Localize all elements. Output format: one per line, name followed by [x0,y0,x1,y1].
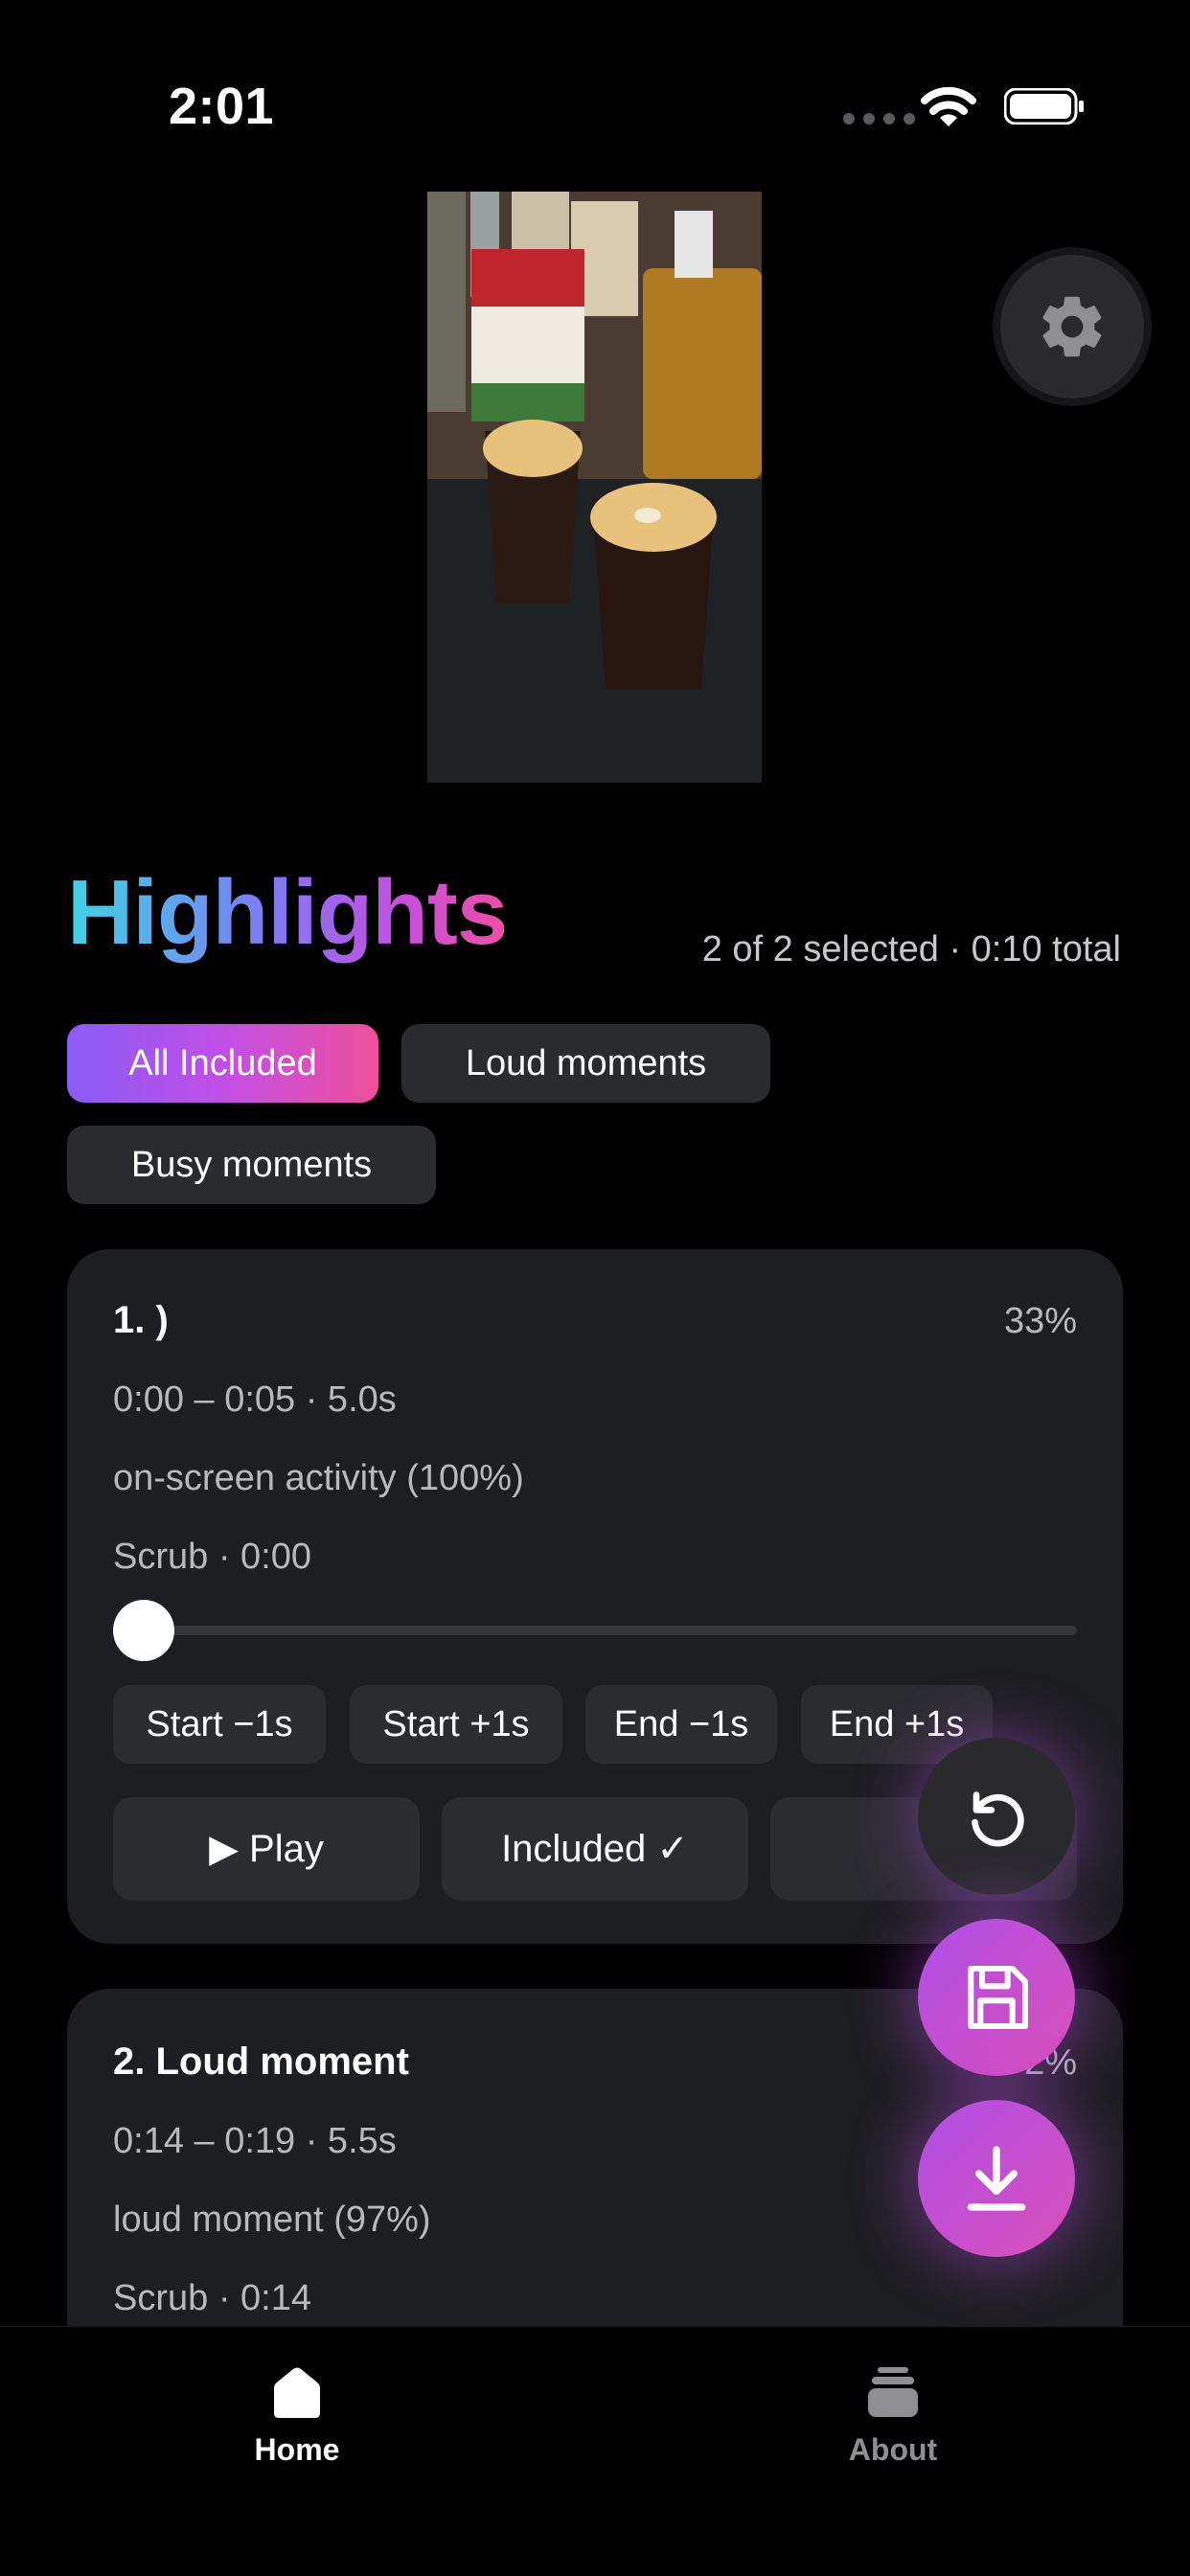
save-icon [968,1966,1028,2029]
battery-icon [1004,88,1084,125]
scrub-slider-thumb[interactable] [113,1600,174,1661]
scrub-slider[interactable] [128,1626,1077,1635]
tab-home-label: Home [254,2432,340,2467]
tab-about[interactable]: About [797,2365,989,2468]
signal-dots-icon [843,113,915,125]
status-time: 2:01 [169,78,275,135]
scrub-label: Scrub · 0:14 [113,2278,311,2318]
filter-chip-all-included[interactable]: All Included [67,1024,378,1103]
clip-reason: on-screen activity (100%) [113,1458,524,1498]
end-minus-1s-button[interactable]: End −1s [585,1685,777,1764]
gear-icon [1042,296,1102,357]
filter-chip-loud-moments[interactable]: Loud moments [401,1024,770,1103]
filter-chip-busy-moments[interactable]: Busy moments [67,1126,436,1204]
clip-time-range: 0:14 – 0:19 · 5.5s [113,2121,397,2161]
download-icon [967,2146,1026,2211]
selection-summary: 2 of 2 selected · 0:10 total [701,929,1121,969]
tab-home[interactable]: Home [201,2365,393,2468]
download-button[interactable] [918,2100,1075,2257]
undo-button[interactable] [918,1738,1075,1895]
scrub-label: Scrub · 0:00 [113,1537,311,1577]
wifi-icon [921,86,976,126]
start-plus-1s-button[interactable]: Start +1s [350,1685,562,1764]
stack-icon [868,2367,918,2417]
clip-time-range: 0:00 – 0:05 · 5.0s [113,1379,397,1420]
settings-button[interactable] [1000,255,1144,399]
home-icon [274,2367,320,2418]
video-thumbnail-image [427,192,762,783]
included-toggle-button[interactable]: Included ✓ [442,1797,748,1901]
tab-about-label: About [848,2432,938,2467]
clip-title: 1. ) [113,1299,169,1341]
clip-reason: loud moment (97%) [113,2200,431,2240]
save-button[interactable] [918,1919,1075,2076]
tab-bar: Home About [0,2326,1190,2576]
undo-icon [972,1791,1024,1847]
clip-percent: 33% [1003,1301,1077,1341]
video-preview[interactable] [427,192,762,783]
clip-title: 2. Loud moment [113,2040,409,2083]
play-button[interactable]: ▶ Play [113,1797,420,1901]
start-minus-1s-button[interactable]: Start −1s [113,1685,326,1764]
page-title: Highlights [67,861,508,964]
